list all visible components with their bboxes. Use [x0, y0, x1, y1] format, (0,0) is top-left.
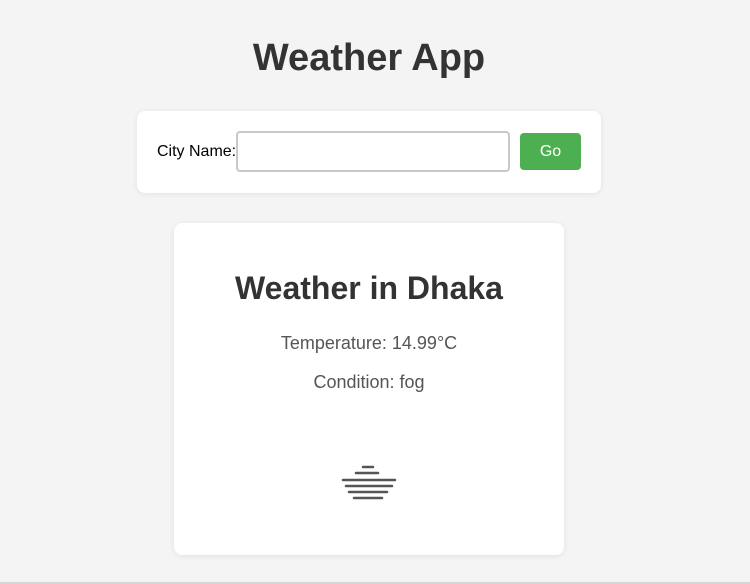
fog-icon — [341, 465, 397, 500]
condition-text: Condition: fog — [313, 372, 425, 392]
city-name-input[interactable] — [236, 131, 510, 172]
city-name-label: City Name: — [157, 143, 237, 160]
weather-card: Weather in Dhaka Temperature: 14.99°C Co… — [174, 223, 564, 555]
page-title: Weather App — [252, 37, 486, 79]
temperature-text: Temperature: 14.99°C — [280, 333, 458, 353]
weather-heading: Weather in Dhaka — [235, 270, 503, 306]
go-button[interactable]: Go — [520, 133, 581, 170]
search-card: City Name: Go — [137, 111, 601, 193]
